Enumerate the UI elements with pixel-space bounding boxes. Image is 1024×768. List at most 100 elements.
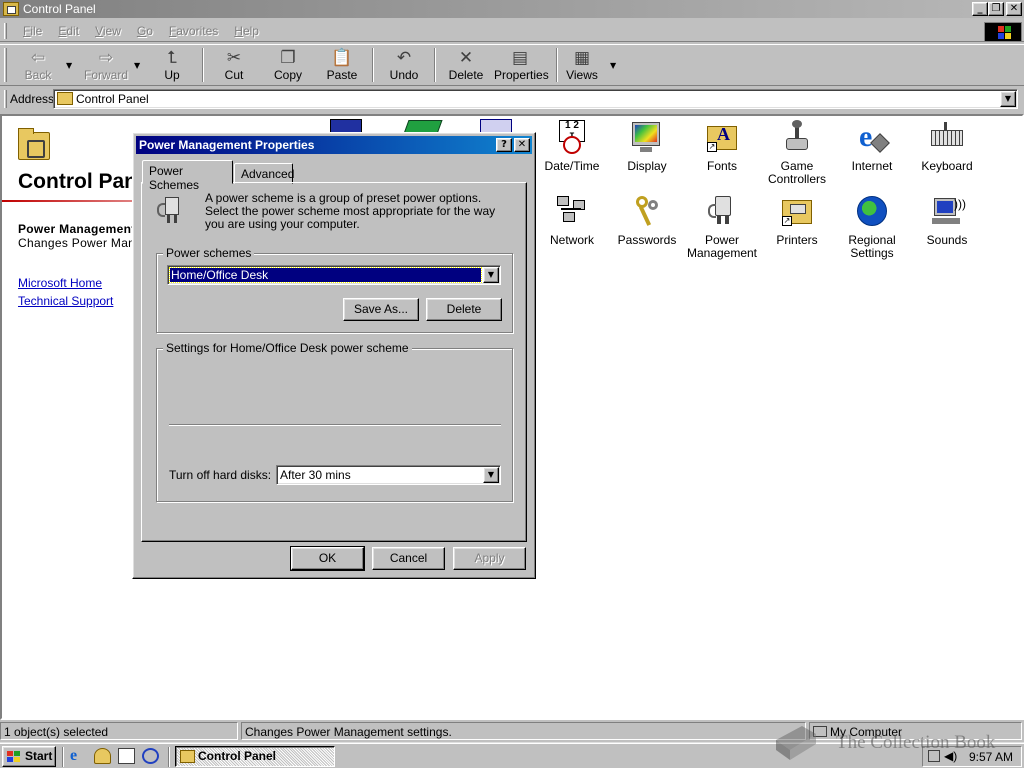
forward-button[interactable]: ⇨ Forward bbox=[84, 47, 128, 85]
window-title-bar[interactable]: Control Panel _ ❐ ✕ bbox=[0, 0, 1024, 18]
chevron-down-icon[interactable]: ▼ bbox=[483, 467, 499, 483]
menu-help[interactable]: Help bbox=[226, 24, 267, 38]
tab-advanced-label: Advanced bbox=[241, 167, 295, 181]
icon-internet[interactable]: e Internet bbox=[835, 120, 909, 173]
restore-button[interactable]: ❐ bbox=[988, 2, 1004, 16]
taskbar-separator bbox=[62, 747, 64, 767]
icon-keyboard[interactable]: Keyboard bbox=[910, 120, 984, 173]
address-dropdown-icon[interactable]: ▼ bbox=[1000, 91, 1016, 107]
calendar-clock-icon: 1 2ᴛ bbox=[555, 120, 589, 154]
back-dropdown-icon[interactable]: ▼ bbox=[66, 61, 72, 70]
icon-game-controllers[interactable]: Game Controllers bbox=[760, 120, 834, 186]
power-schemes-legend: Power schemes bbox=[163, 246, 255, 260]
undo-button[interactable]: ↶ Undo bbox=[384, 47, 424, 85]
ok-label: OK bbox=[318, 551, 337, 565]
chevron-down-icon[interactable]: ▼ bbox=[483, 267, 499, 283]
show-desktop-icon[interactable] bbox=[118, 748, 135, 764]
cut-button[interactable]: ✂ Cut bbox=[214, 47, 254, 85]
toolbar-separator bbox=[372, 48, 374, 82]
back-button[interactable]: ⇦ Back bbox=[18, 47, 58, 85]
menu-view[interactable]: View bbox=[87, 24, 129, 38]
menu-favorites[interactable]: Favorites bbox=[161, 24, 226, 38]
icon-label: Fonts bbox=[706, 159, 737, 173]
watermark: The Collection Book bbox=[772, 718, 1022, 768]
icon-label: Internet bbox=[851, 159, 893, 173]
standard-toolbar: ⇦ Back ▼ ⇨ Forward ▼ ⮤ Up ✂ Cut ❐ Copy 📋 Paste… bbox=[0, 44, 1024, 86]
scissors-icon: ✂ bbox=[226, 48, 242, 68]
copy-button[interactable]: ❐ Copy bbox=[268, 47, 308, 85]
up-folder-icon: ⮤ bbox=[166, 48, 178, 68]
minimize-button[interactable]: _ bbox=[972, 2, 988, 16]
close-button[interactable]: ✕ bbox=[1006, 2, 1022, 16]
microsoft-home-link[interactable]: Microsoft Home bbox=[18, 276, 102, 290]
icon-network[interactable]: Network bbox=[535, 194, 609, 247]
icon-passwords[interactable]: Passwords bbox=[610, 194, 684, 247]
ok-button[interactable]: OK bbox=[290, 546, 365, 571]
save-as-label: Save As... bbox=[353, 302, 409, 316]
power-scheme-value: Home/Office Desk bbox=[169, 267, 482, 283]
icon-power-management[interactable]: Power Management bbox=[685, 194, 759, 260]
apply-button[interactable]: Apply bbox=[453, 547, 526, 570]
status-objects: 1 object(s) selected bbox=[0, 722, 238, 740]
icon-label: Management bbox=[686, 246, 758, 260]
delete-scheme-button[interactable]: Delete bbox=[426, 298, 502, 321]
cancel-button[interactable]: Cancel bbox=[372, 547, 445, 570]
address-bar: Address Control Panel ▼ bbox=[0, 87, 1024, 111]
address-grip[interactable] bbox=[4, 90, 7, 108]
views-button[interactable]: ▦ Views bbox=[564, 47, 600, 85]
toolbar-separator bbox=[434, 48, 436, 82]
menu-go[interactable]: Go bbox=[129, 24, 161, 38]
menu-grip[interactable] bbox=[4, 22, 7, 39]
power-plug-icon bbox=[155, 195, 187, 227]
channels-icon[interactable] bbox=[142, 748, 159, 764]
hard-disk-timeout-value: After 30 mins bbox=[280, 468, 351, 482]
menu-edit[interactable]: Edit bbox=[50, 24, 87, 38]
taskbar-control-panel-label: Control Panel bbox=[198, 749, 277, 763]
icon-display[interactable]: Display bbox=[610, 120, 684, 173]
clipboard-icon: 📋 bbox=[331, 48, 353, 68]
views-dropdown-icon[interactable]: ▼ bbox=[610, 61, 616, 70]
tab-advanced[interactable]: Advanced bbox=[234, 163, 295, 184]
dialog-title-bar[interactable]: Power Management Properties bbox=[136, 136, 532, 154]
partial-icon[interactable] bbox=[480, 119, 512, 133]
power-scheme-select[interactable]: Home/Office Desk ▼ bbox=[167, 265, 501, 285]
internet-explorer-icon[interactable]: e bbox=[70, 748, 87, 764]
address-value[interactable]: Control Panel bbox=[76, 92, 149, 106]
icon-printers[interactable]: ↗ Printers bbox=[760, 194, 834, 247]
tab-power-schemes[interactable]: Power Schemes bbox=[142, 160, 233, 192]
toolbar-grip[interactable] bbox=[4, 48, 7, 82]
start-button[interactable]: Start bbox=[2, 746, 56, 767]
properties-button[interactable]: ▤ Properties bbox=[494, 47, 549, 85]
partial-icon[interactable] bbox=[330, 119, 362, 133]
dialog-close-button[interactable]: ✕ bbox=[514, 138, 530, 152]
taskbar-control-panel[interactable]: Control Panel bbox=[175, 746, 335, 767]
back-arrow-icon: ⇦ bbox=[30, 48, 46, 68]
technical-support-link[interactable]: Technical Support bbox=[18, 294, 113, 308]
views-icon: ▦ bbox=[573, 48, 591, 68]
up-button[interactable]: ⮤ Up bbox=[152, 47, 192, 85]
book-logo-icon bbox=[776, 726, 816, 760]
monitor-icon bbox=[630, 120, 664, 154]
icon-sounds[interactable]: ))) Sounds bbox=[910, 194, 984, 247]
fonts-folder-icon: A ↗ bbox=[705, 120, 739, 154]
network-computers-icon bbox=[555, 194, 589, 228]
paste-button[interactable]: 📋 Paste bbox=[322, 47, 362, 85]
forward-dropdown-icon[interactable]: ▼ bbox=[134, 61, 140, 70]
icon-date-time[interactable]: 1 2ᴛ Date/Time bbox=[535, 120, 609, 173]
printers-folder-icon: ↗ bbox=[780, 194, 814, 228]
outlook-express-icon[interactable] bbox=[94, 748, 111, 764]
start-label: Start bbox=[25, 749, 53, 763]
control-panel-icon bbox=[180, 750, 195, 763]
address-combo[interactable]: Control Panel ▼ bbox=[53, 89, 1018, 109]
help-button[interactable]: ? bbox=[496, 138, 512, 152]
taskbar-separator bbox=[168, 747, 170, 767]
icon-fonts[interactable]: A ↗ Fonts bbox=[685, 120, 759, 173]
icon-regional-settings[interactable]: Regional Settings bbox=[835, 194, 909, 260]
delete-button[interactable]: ✕ Delete bbox=[446, 47, 486, 85]
icon-label: Settings bbox=[850, 246, 894, 260]
dialog-caption-buttons: ? ✕ bbox=[496, 138, 530, 152]
hard-disk-timeout-select[interactable]: After 30 mins ▼ bbox=[276, 465, 501, 485]
icon-label: Keyboard bbox=[921, 159, 973, 173]
menu-file[interactable]: File bbox=[15, 24, 50, 38]
save-as-button[interactable]: Save As... bbox=[343, 298, 419, 321]
